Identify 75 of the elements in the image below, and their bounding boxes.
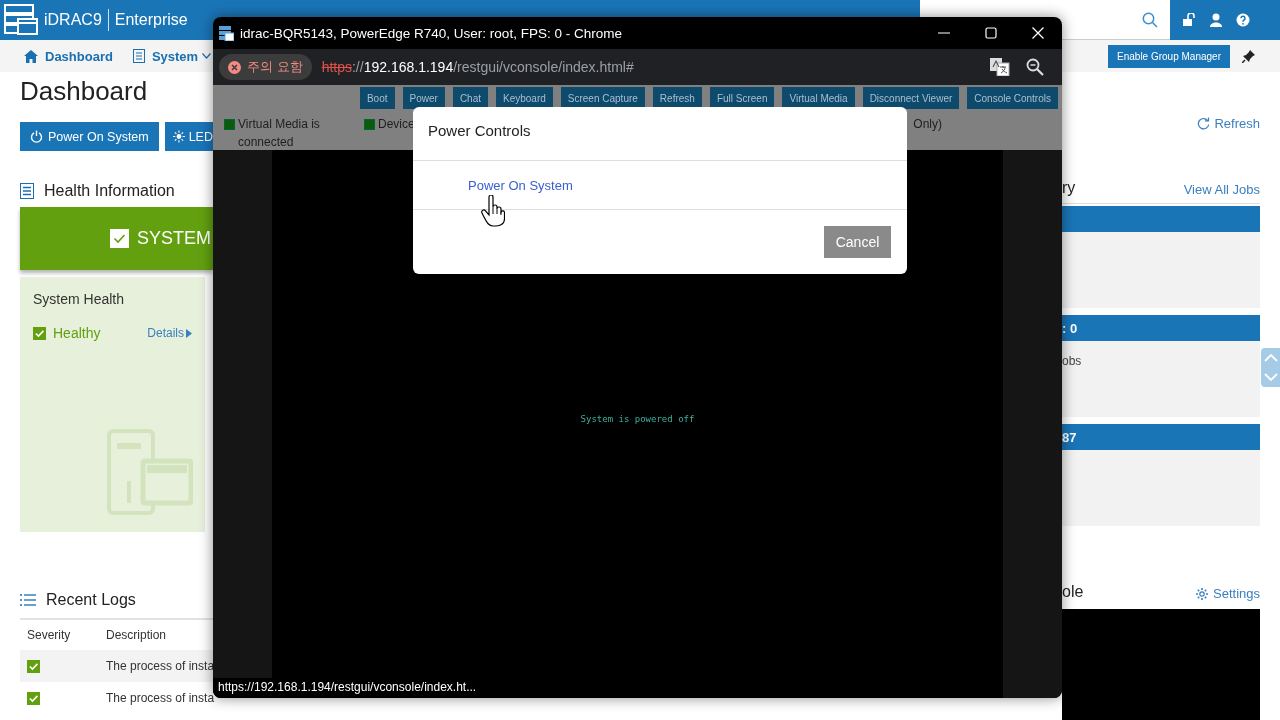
panel-text: obs (1062, 354, 1082, 368)
toolbar-button[interactable]: Disconnect Viewer (862, 87, 960, 109)
page-title: Dashboard (20, 76, 149, 106)
chevron-down-icon (1263, 373, 1278, 382)
card-title: System Health (33, 291, 126, 307)
toolbar-button[interactable]: Screen Capture (560, 87, 645, 109)
cancel-button[interactable]: Cancel (824, 226, 891, 258)
toolbar-button[interactable]: Boot (359, 87, 395, 109)
zoom-out-icon[interactable] (1026, 58, 1044, 76)
column-header: Description (106, 628, 167, 642)
console-text: System is powered off (580, 414, 695, 424)
brand-name: iDRAC9 (44, 11, 102, 29)
check-icon (110, 229, 129, 248)
help-icon[interactable] (1236, 13, 1250, 27)
section-title: Recent Logs (46, 591, 136, 609)
option-link[interactable]: Power On System (468, 177, 573, 193)
section-title: ole (1062, 583, 1084, 601)
server-icon (219, 25, 234, 41)
status-text: Only) (913, 116, 942, 133)
hand-cursor-icon (481, 195, 505, 227)
security-badge[interactable]: 주의 요함 (219, 54, 312, 80)
toolbar-button[interactable]: Virtual Media (782, 87, 855, 109)
refresh-icon (1197, 117, 1211, 130)
gear-icon (1195, 586, 1209, 601)
group-manager-button[interactable]: Enable Group Manager (1108, 44, 1230, 68)
status-text: Virtual Media is connected (238, 116, 321, 151)
list-icon (20, 183, 34, 199)
action-button[interactable]: Power On System (20, 122, 159, 151)
toolbar-button[interactable]: Power (402, 87, 445, 109)
banner-label: SYSTEM (137, 228, 211, 249)
settings-link[interactable]: Settings (1195, 586, 1260, 601)
maximize-icon[interactable] (985, 27, 997, 39)
triangle-icon (186, 328, 192, 338)
status-indicator (224, 119, 235, 130)
view-all-link[interactable]: View All Jobs (1183, 182, 1260, 197)
nav-item[interactable]: System (132, 48, 212, 64)
edition-label: Enterprise (114, 11, 188, 29)
chevron-up-icon (1263, 353, 1278, 362)
list-icon (20, 594, 36, 606)
status-indicator (364, 119, 375, 130)
dialog-title: Power Controls (413, 107, 907, 161)
toolbar-button[interactable]: Chat (452, 87, 488, 109)
list-icon (132, 49, 145, 63)
warning-icon (228, 60, 241, 74)
translate-icon[interactable] (990, 58, 1010, 76)
toolbar-button[interactable]: Refresh (652, 87, 702, 109)
status-text: Device (378, 116, 415, 133)
user-icon[interactable] (1209, 13, 1223, 27)
toolbar-button[interactable]: Console Controls (967, 87, 1058, 109)
count-label: : 0 (1062, 320, 1078, 336)
nav-item[interactable]: Dashboard (24, 48, 113, 64)
sun-icon (172, 130, 185, 143)
pin-icon[interactable] (1242, 49, 1256, 63)
section-title: Health Information (44, 182, 175, 200)
count-label: 87 (1062, 429, 1077, 445)
column-header: Severity (26, 628, 72, 642)
power-icon (30, 130, 43, 143)
table-cell: The process of insta (106, 691, 215, 705)
toolbar-button[interactable]: Full Screen (709, 87, 775, 109)
search-icon (1142, 11, 1158, 28)
health-status: Healthy (53, 325, 101, 341)
window-title: idrac-BQR5143, PowerEdge R740, User: root, FPS: 0 - Chrome (240, 25, 622, 41)
refresh-link[interactable]: Refresh (1197, 116, 1260, 131)
check-icon (33, 326, 46, 340)
section-title: ry (1062, 179, 1076, 197)
table-cell: The process of insta (106, 659, 215, 673)
chevron-icon (202, 53, 212, 59)
toolbar-button[interactable]: Keyboard (496, 87, 553, 109)
close-icon[interactable] (1032, 27, 1044, 39)
details-link[interactable]: Details (147, 326, 192, 340)
server-logo-icon (4, 4, 38, 36)
unlock-icon[interactable] (1182, 13, 1196, 27)
home-icon (24, 49, 38, 63)
address-field[interactable]: https://192.168.1.194/restgui/vconsole/index.html# (321, 59, 634, 75)
action-button[interactable]: LED (164, 122, 213, 151)
